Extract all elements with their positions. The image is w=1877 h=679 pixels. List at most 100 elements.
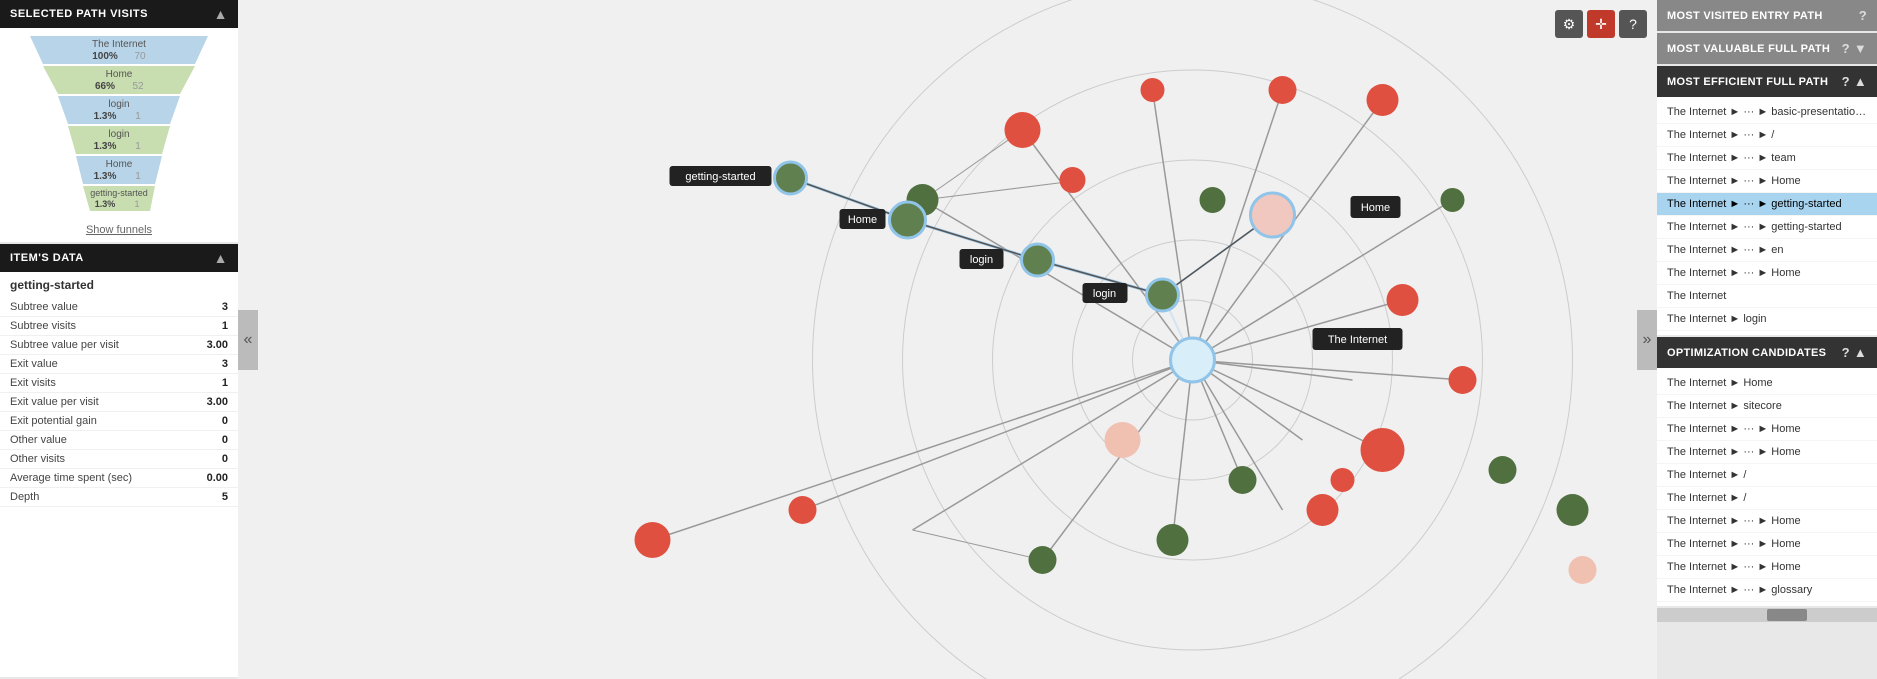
items-data-chevron[interactable]: ▲: [214, 250, 228, 266]
optimization-candidates-title: OPTIMIZATION CANDIDATES: [1667, 347, 1826, 359]
optimization-candidates-header: OPTIMIZATION CANDIDATES ? ▲: [1657, 337, 1877, 368]
most-efficient-header-icons: ? ▲: [1842, 74, 1867, 89]
items-data-section: ITEM'S DATA ▲ getting-started Subtree va…: [0, 244, 238, 677]
selected-path-visits-title: SELECTED PATH VISITS: [10, 8, 148, 20]
chevron-up-icon[interactable]: ▲: [1854, 74, 1867, 89]
most-visited-header-icons: ?: [1859, 8, 1867, 23]
canvas-toolbar: ⚙ ✛ ?: [1555, 10, 1647, 38]
list-item[interactable]: The Internet ► /: [1657, 464, 1877, 487]
svg-text:1.3%: 1.3%: [94, 141, 117, 152]
list-item[interactable]: The Internet ► ··· ► Home: [1657, 170, 1877, 193]
scroll-bar[interactable]: [1657, 608, 1877, 622]
list-item[interactable]: The Internet: [1657, 285, 1877, 308]
svg-text:Home: Home: [106, 159, 133, 170]
list-item[interactable]: The Internet ► ··· ► Home: [1657, 510, 1877, 533]
svg-text:1.3%: 1.3%: [94, 111, 117, 122]
left-panel: SELECTED PATH VISITS ▲ The Internet 100%…: [0, 0, 238, 679]
most-efficient-full-path-title: MOST EFFICIENT FULL PATH: [1667, 76, 1828, 88]
nav-arrow-right[interactable]: »: [1637, 310, 1657, 370]
list-item[interactable]: The Internet ► ··· ► getting-started: [1657, 193, 1877, 216]
help-icon-4[interactable]: ?: [1842, 345, 1850, 360]
selected-path-visits-chevron[interactable]: ▲: [214, 6, 228, 22]
help-icon-3[interactable]: ?: [1842, 74, 1850, 89]
svg-text:1: 1: [135, 111, 141, 122]
svg-text:66%: 66%: [95, 81, 115, 92]
list-item[interactable]: The Internet ► ··· ► getting-started: [1657, 216, 1877, 239]
help-circle-icon[interactable]: ?: [1859, 8, 1867, 23]
nav-arrow-left[interactable]: «: [238, 310, 258, 370]
list-item[interactable]: The Internet ► ··· ► team: [1657, 147, 1877, 170]
data-rows-container: Subtree value3Subtree visits1Subtree val…: [0, 298, 238, 507]
help-icon-2[interactable]: ?: [1842, 41, 1850, 56]
svg-text:login: login: [108, 129, 129, 140]
selected-path-visits-header: SELECTED PATH VISITS ▲: [0, 0, 238, 28]
list-item[interactable]: The Internet ► Home: [1657, 372, 1877, 395]
svg-text:Home: Home: [106, 69, 133, 80]
list-item[interactable]: The Internet ► sitecore: [1657, 395, 1877, 418]
most-valuable-full-path-section: MOST VALUABLE FULL PATH ? ▼: [1657, 33, 1877, 64]
list-item[interactable]: The Internet ► ··· ► /: [1657, 124, 1877, 147]
items-data-header: ITEM'S DATA ▲: [0, 244, 238, 272]
list-item[interactable]: The Internet ► ··· ► Home: [1657, 556, 1877, 579]
svg-text:The Internet: The Internet: [92, 39, 146, 50]
svg-text:1: 1: [135, 171, 141, 182]
optimization-candidates-section: OPTIMIZATION CANDIDATES ? ▲ The Internet…: [1657, 337, 1877, 624]
table-row: Average time spent (sec)0.00: [0, 469, 238, 488]
table-row: Other visits0: [0, 450, 238, 469]
most-visited-entry-path-header: MOST VISITED ENTRY PATH ?: [1657, 0, 1877, 31]
list-item[interactable]: The Internet ► login: [1657, 308, 1877, 331]
optimization-path-list: The Internet ► HomeThe Internet ► siteco…: [1657, 368, 1877, 606]
selected-path-visits-section: SELECTED PATH VISITS ▲ The Internet 100%…: [0, 0, 238, 242]
list-item[interactable]: The Internet ► ··· ► Home: [1657, 441, 1877, 464]
most-valuable-full-path-title: MOST VALUABLE FULL PATH: [1667, 43, 1830, 55]
svg-text:100%: 100%: [92, 51, 118, 62]
list-item[interactable]: The Internet ► ··· ► Home: [1657, 262, 1877, 285]
gear-button[interactable]: ⚙: [1555, 10, 1583, 38]
table-row: Exit potential gain0: [0, 412, 238, 431]
svg-text:1.3%: 1.3%: [95, 199, 116, 209]
svg-text:70: 70: [134, 51, 146, 62]
svg-text:login: login: [1093, 288, 1116, 300]
target-button[interactable]: ✛: [1587, 10, 1615, 38]
table-row: Depth5: [0, 488, 238, 507]
list-item[interactable]: The Internet ► ··· ► glossary: [1657, 579, 1877, 602]
most-efficient-full-path-section: MOST EFFICIENT FULL PATH ? ▲ The Interne…: [1657, 66, 1877, 335]
table-row: Subtree value3: [0, 298, 238, 317]
scroll-thumb[interactable]: [1767, 609, 1807, 621]
list-item[interactable]: The Internet ► /: [1657, 487, 1877, 510]
table-row: Subtree value per visit3.00: [0, 336, 238, 355]
most-visited-entry-path-title: MOST VISITED ENTRY PATH: [1667, 10, 1823, 22]
svg-text:1: 1: [135, 141, 141, 152]
funnel-container: The Internet 100% 70 Home 66% 52 login 1…: [0, 28, 238, 218]
items-data-title: ITEM'S DATA: [10, 252, 84, 264]
svg-text:52: 52: [132, 81, 144, 92]
main-canvas: « » ⚙ ✛ ?: [238, 0, 1657, 679]
list-item[interactable]: The Internet ► ··· ► basic-presentation-…: [1657, 101, 1877, 124]
chevron-up-icon-2[interactable]: ▲: [1854, 345, 1867, 360]
table-row: Exit visits1: [0, 374, 238, 393]
svg-text:getting-started: getting-started: [90, 188, 148, 198]
graph-svg: The Internet Home login login Home getti…: [238, 0, 1657, 679]
svg-text:Home: Home: [1361, 202, 1390, 214]
right-panel: MOST VISITED ENTRY PATH ? MOST VALUABLE …: [1657, 0, 1877, 679]
table-row: Subtree visits1: [0, 317, 238, 336]
most-visited-entry-path-section: MOST VISITED ENTRY PATH ?: [1657, 0, 1877, 31]
item-name: getting-started: [0, 272, 238, 298]
help-button[interactable]: ?: [1619, 10, 1647, 38]
svg-text:login: login: [108, 99, 129, 110]
most-valuable-header-icons: ? ▼: [1842, 41, 1867, 56]
svg-text:Home: Home: [848, 214, 877, 226]
chevron-down-icon-2[interactable]: ▼: [1854, 41, 1867, 56]
most-valuable-full-path-header: MOST VALUABLE FULL PATH ? ▼: [1657, 33, 1877, 64]
show-funnels-link[interactable]: Show funnels: [0, 218, 238, 242]
svg-text:getting-started: getting-started: [685, 171, 755, 183]
funnel-svg: The Internet 100% 70 Home 66% 52 login 1…: [10, 36, 228, 211]
table-row: Exit value3: [0, 355, 238, 374]
list-item[interactable]: The Internet ► ··· ► Home: [1657, 418, 1877, 441]
svg-text:The Internet: The Internet: [1328, 334, 1387, 346]
svg-text:login: login: [970, 254, 993, 266]
most-efficient-path-list: The Internet ► ··· ► basic-presentation-…: [1657, 97, 1877, 335]
list-item[interactable]: The Internet ► ··· ► Home: [1657, 533, 1877, 556]
svg-text:1.3%: 1.3%: [94, 171, 117, 182]
list-item[interactable]: The Internet ► ··· ► en: [1657, 239, 1877, 262]
